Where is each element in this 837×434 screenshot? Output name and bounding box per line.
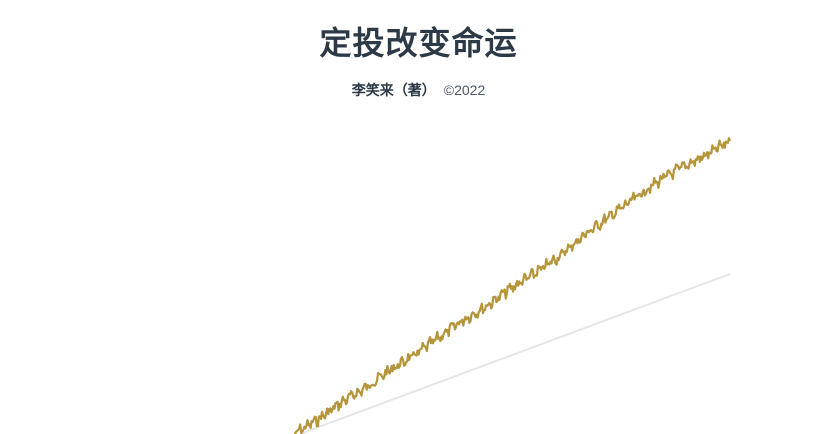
cover-growth-line (293, 137, 732, 434)
cover-growth-chart (293, 137, 732, 434)
cover-baseline-line (299, 273, 731, 434)
